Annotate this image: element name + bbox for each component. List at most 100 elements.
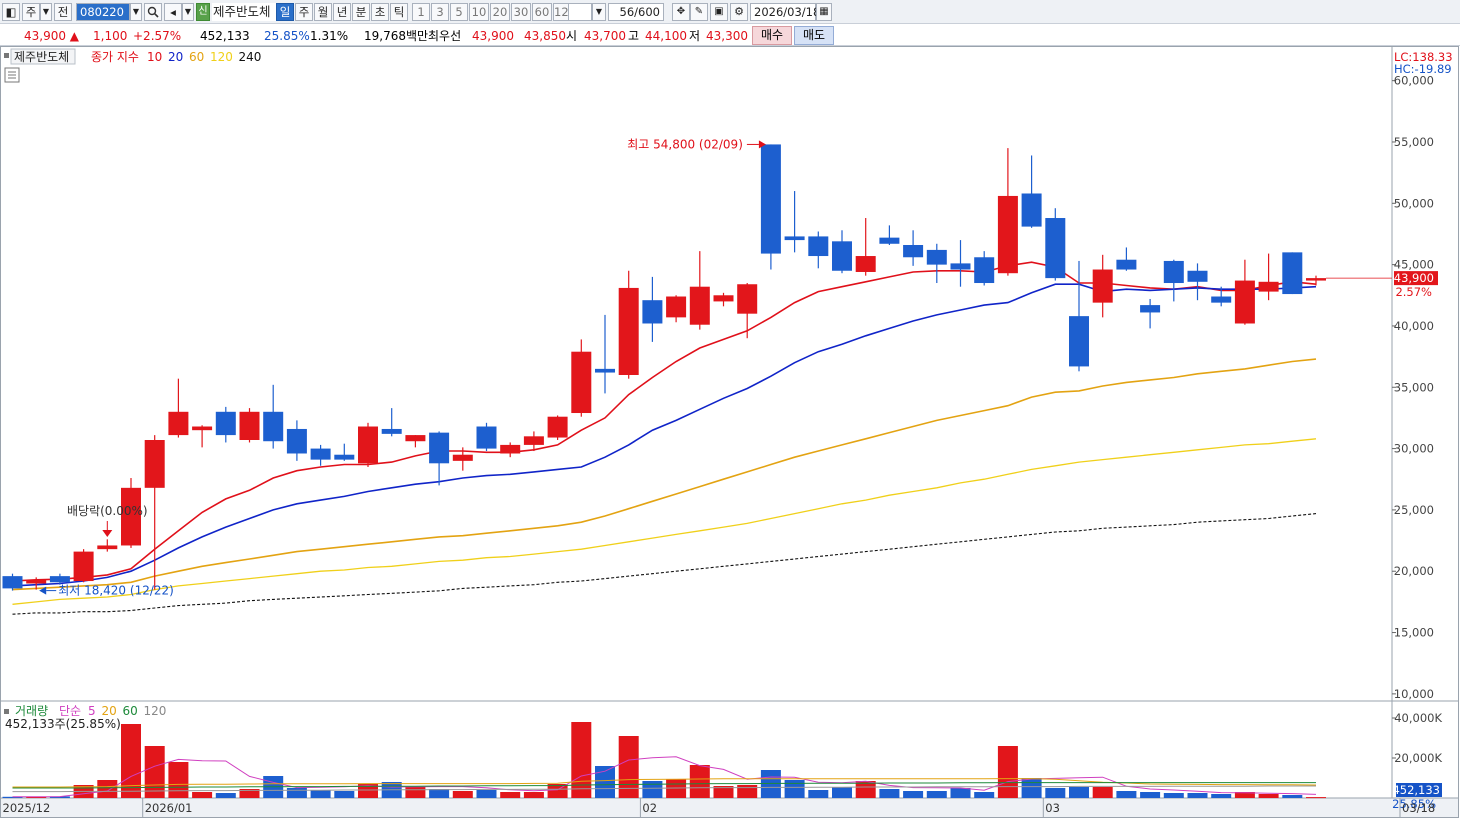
- volume-bar[interactable]: [903, 791, 924, 798]
- candle[interactable]: [476, 426, 497, 449]
- volume-bar[interactable]: [1021, 778, 1042, 798]
- candle[interactable]: [713, 295, 734, 302]
- volume-bar[interactable]: [1045, 788, 1066, 798]
- period-tab-6[interactable]: 틱: [390, 3, 408, 21]
- volume-bar[interactable]: [310, 790, 331, 798]
- volume-bar[interactable]: [926, 791, 947, 798]
- candle[interactable]: [737, 284, 758, 314]
- candle[interactable]: [334, 454, 355, 460]
- volume-bar[interactable]: [1258, 794, 1279, 798]
- chevron-down-icon[interactable]: ▼: [182, 3, 194, 21]
- date-input[interactable]: 2026/03/18: [750, 3, 820, 21]
- candle[interactable]: [405, 435, 426, 442]
- period-tab-1[interactable]: 주: [295, 3, 313, 21]
- candle[interactable]: [879, 237, 900, 244]
- volume-bar[interactable]: [500, 792, 521, 798]
- volume-bar[interactable]: [1306, 797, 1326, 799]
- candle[interactable]: [168, 411, 189, 436]
- volume-bar[interactable]: [523, 792, 544, 798]
- candle[interactable]: [1116, 259, 1137, 270]
- volume-bar[interactable]: [879, 789, 900, 798]
- candle[interactable]: [855, 256, 876, 272]
- volume-bar[interactable]: [832, 787, 852, 798]
- interval-button-3[interactable]: 3: [431, 3, 449, 21]
- volume-bar[interactable]: [429, 789, 450, 798]
- candle[interactable]: [49, 576, 70, 583]
- volume-bar[interactable]: [1116, 791, 1137, 798]
- volume-bar[interactable]: [642, 781, 663, 798]
- volume-bar[interactable]: [997, 746, 1018, 798]
- candle[interactable]: [1282, 252, 1303, 295]
- volume-bar[interactable]: [571, 722, 592, 798]
- custom-interval-input[interactable]: [568, 3, 592, 21]
- interval-button-1[interactable]: 1: [412, 3, 430, 21]
- volume-bar[interactable]: [215, 793, 236, 798]
- candle[interactable]: [452, 454, 473, 461]
- candle[interactable]: [1211, 296, 1232, 303]
- candle[interactable]: [286, 428, 307, 454]
- volume-bar[interactable]: [950, 788, 971, 798]
- candle[interactable]: [97, 545, 118, 550]
- candle[interactable]: [263, 411, 284, 442]
- volume-bar[interactable]: [121, 724, 141, 798]
- period-tab-5[interactable]: 초: [371, 3, 389, 21]
- volume-bar[interactable]: [974, 792, 995, 798]
- period-tab-3[interactable]: 년: [333, 3, 351, 21]
- search-icon[interactable]: [144, 3, 162, 21]
- candle[interactable]: [1163, 260, 1184, 284]
- candle[interactable]: [239, 411, 260, 440]
- buy-button[interactable]: 매수: [752, 26, 792, 45]
- interval-button-30[interactable]: 30: [511, 3, 531, 21]
- candle[interactable]: [1187, 270, 1208, 282]
- candle[interactable]: [1140, 305, 1161, 313]
- candle[interactable]: [926, 249, 947, 265]
- candle[interactable]: [381, 428, 402, 434]
- volume-bar[interactable]: [1092, 787, 1113, 798]
- candle[interactable]: [642, 300, 663, 324]
- volume-bar[interactable]: [1187, 793, 1208, 798]
- crosshair-icon[interactable]: ✥: [672, 3, 690, 21]
- candle[interactable]: [192, 426, 213, 431]
- candle[interactable]: [666, 296, 687, 318]
- candle[interactable]: [595, 368, 615, 373]
- candle[interactable]: [1045, 218, 1066, 279]
- volume-bar[interactable]: [286, 788, 307, 798]
- volume-bar[interactable]: [144, 746, 165, 798]
- volume-bar[interactable]: [452, 791, 473, 798]
- save-icon[interactable]: ▣: [710, 3, 728, 21]
- volume-bar[interactable]: [784, 780, 805, 798]
- market-select[interactable]: 주: [22, 3, 40, 21]
- candle[interactable]: [808, 236, 829, 257]
- candle[interactable]: [997, 195, 1018, 274]
- speaker-icon[interactable]: ◂: [164, 3, 182, 21]
- volume-bar[interactable]: [1069, 787, 1089, 798]
- candle[interactable]: [26, 579, 47, 584]
- candle[interactable]: [1234, 280, 1255, 324]
- candle[interactable]: [310, 448, 331, 460]
- candle[interactable]: [760, 144, 781, 254]
- volume-bar[interactable]: [405, 787, 426, 798]
- volume-bar[interactable]: [97, 780, 118, 798]
- candle[interactable]: [358, 426, 378, 464]
- all-button[interactable]: 전: [54, 3, 72, 21]
- candle[interactable]: [429, 432, 450, 464]
- stock-code-input[interactable]: 080220: [76, 3, 130, 21]
- calendar-icon[interactable]: ▦: [816, 3, 832, 21]
- candle[interactable]: [500, 444, 521, 454]
- layout-icon[interactable]: ◧: [2, 3, 20, 21]
- period-tab-4[interactable]: 분: [352, 3, 370, 21]
- candle[interactable]: [832, 241, 852, 271]
- candle[interactable]: [571, 351, 592, 414]
- volume-bar[interactable]: [476, 790, 497, 798]
- interval-button-20[interactable]: 20: [490, 3, 510, 21]
- candle[interactable]: [2, 576, 23, 589]
- interval-button-5[interactable]: 5: [450, 3, 468, 21]
- chevron-down-icon[interactable]: ▼: [130, 3, 142, 21]
- bar-count-input[interactable]: 56/600: [608, 3, 664, 21]
- volume-bar[interactable]: [808, 790, 829, 798]
- volume-bar[interactable]: [760, 770, 781, 798]
- volume-bar[interactable]: [1140, 792, 1161, 798]
- interval-button-60[interactable]: 60: [532, 3, 552, 21]
- chevron-down-icon[interactable]: ▼: [592, 3, 606, 21]
- volume-bar[interactable]: [192, 792, 213, 798]
